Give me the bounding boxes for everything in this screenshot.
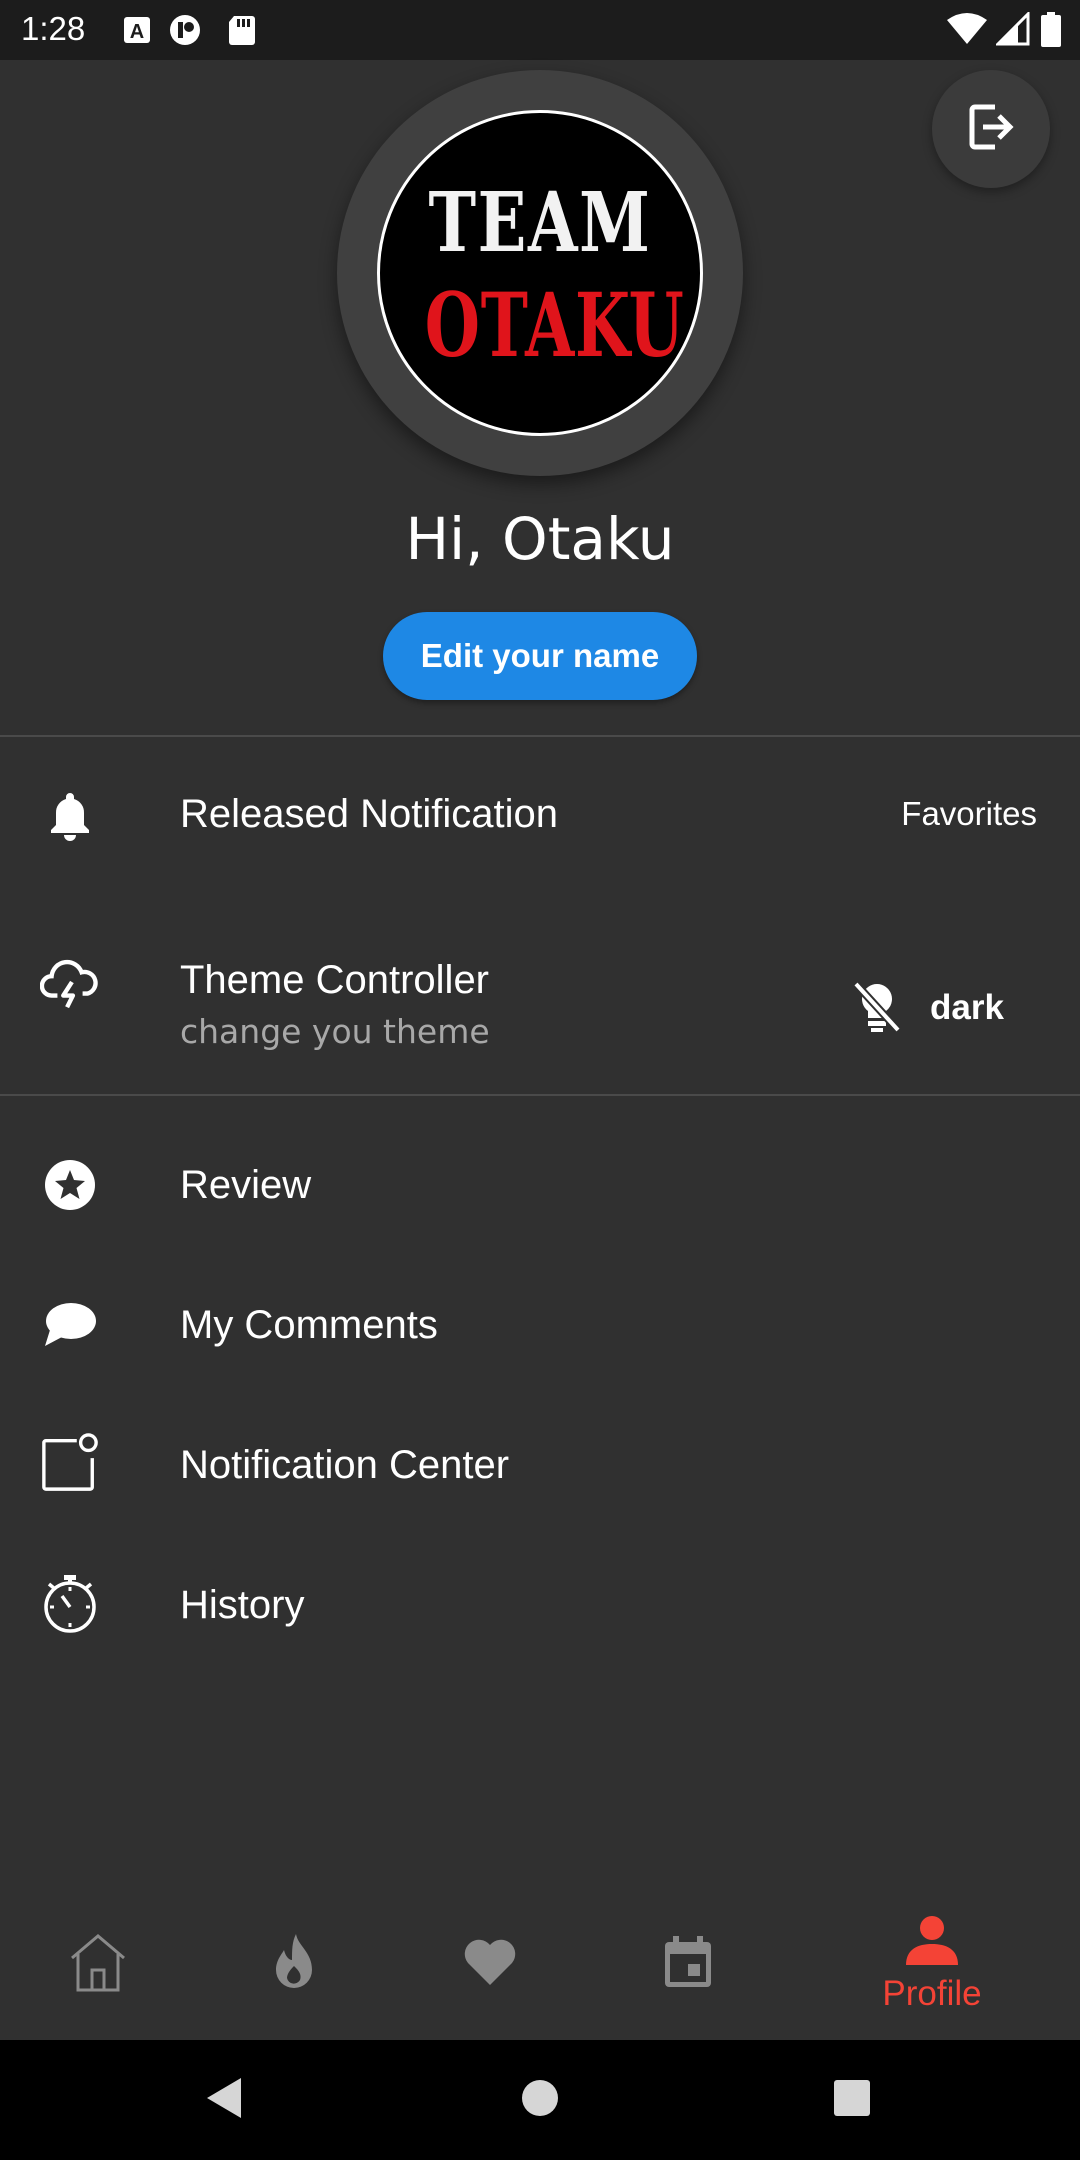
released-notification-value[interactable]: Favorites xyxy=(901,795,1037,833)
divider xyxy=(0,1094,1080,1096)
menu-item-label: Review xyxy=(180,1163,312,1207)
stopwatch-icon xyxy=(40,1573,100,1633)
nav-trending[interactable] xyxy=(196,1888,392,2040)
theme-controller-subtitle: change you theme xyxy=(180,1012,490,1051)
avatar-ring: TEAM OTAKU xyxy=(337,70,743,476)
nav-profile-label: Profile xyxy=(882,1973,982,2013)
greeting-title: Hi, Otaku xyxy=(405,505,675,573)
status-bar: 1:28 A xyxy=(0,0,1080,60)
system-navigation-bar xyxy=(0,2040,1080,2160)
menu-item-history[interactable]: History xyxy=(0,1545,1080,1665)
app-p-icon xyxy=(168,14,204,46)
heart-icon xyxy=(462,1937,518,1992)
released-notification-row[interactable]: Released Notification Favorites xyxy=(0,750,1080,880)
theme-controller-row[interactable]: Theme Controller change you theme dark xyxy=(0,920,1080,1090)
recents-square-icon xyxy=(833,2079,871,2122)
profile-screen: TEAM OTAKU Hi, Otaku Edit your name Rele… xyxy=(0,60,1080,2040)
avatar-logo-line2: OTAKU xyxy=(424,273,685,377)
menu-item-label: History xyxy=(180,1583,305,1627)
menu-item-review[interactable]: Review xyxy=(0,1125,1080,1245)
theme-controller-label: Theme Controller xyxy=(180,958,490,1002)
menu-item-notification-center[interactable]: Notification Center xyxy=(0,1405,1080,1525)
nav-calendar[interactable] xyxy=(590,1888,786,2040)
avatar[interactable]: TEAM OTAKU xyxy=(377,110,703,436)
home-circle-icon xyxy=(521,2079,559,2122)
cell-signal-icon xyxy=(994,10,1030,51)
avatar-logo-line1: TEAM xyxy=(428,175,652,271)
cloud-lightning-icon xyxy=(40,952,100,1012)
status-time: 1:28 xyxy=(21,10,86,47)
released-notification-label: Released Notification xyxy=(180,792,558,836)
bottom-navigation: Profile xyxy=(0,1888,1080,2040)
svg-text:A: A xyxy=(130,21,144,43)
font-a-icon: A xyxy=(120,14,156,46)
nav-home[interactable] xyxy=(0,1888,196,2040)
system-back-button[interactable] xyxy=(165,2040,285,2160)
nav-favorites[interactable] xyxy=(392,1888,588,2040)
logout-icon xyxy=(965,101,1017,158)
edit-name-button[interactable]: Edit your name xyxy=(383,612,697,700)
back-triangle-icon xyxy=(205,2076,245,2125)
menu-item-label: Notification Center xyxy=(180,1443,510,1487)
divider xyxy=(0,735,1080,737)
lightbulb-off-icon xyxy=(852,980,902,1041)
person-icon xyxy=(904,1915,960,1972)
calendar-icon xyxy=(662,1934,714,1995)
theme-value[interactable]: dark xyxy=(930,988,1004,1028)
home-icon xyxy=(66,1930,130,1999)
sd-card-icon xyxy=(226,14,262,46)
system-recents-button[interactable] xyxy=(792,2040,912,2160)
system-home-button[interactable] xyxy=(480,2040,600,2160)
logout-button[interactable] xyxy=(932,70,1050,188)
notification-badge-icon xyxy=(40,1433,100,1493)
comment-icon xyxy=(40,1295,100,1355)
fire-icon xyxy=(270,1932,318,1997)
star-circle-icon xyxy=(40,1155,100,1215)
wifi-icon xyxy=(946,12,988,51)
menu-item-label: My Comments xyxy=(180,1303,438,1347)
battery-icon xyxy=(1040,12,1062,53)
nav-profile[interactable]: Profile xyxy=(834,1888,1030,2040)
bell-icon xyxy=(40,785,100,845)
menu-item-my-comments[interactable]: My Comments xyxy=(0,1265,1080,1385)
